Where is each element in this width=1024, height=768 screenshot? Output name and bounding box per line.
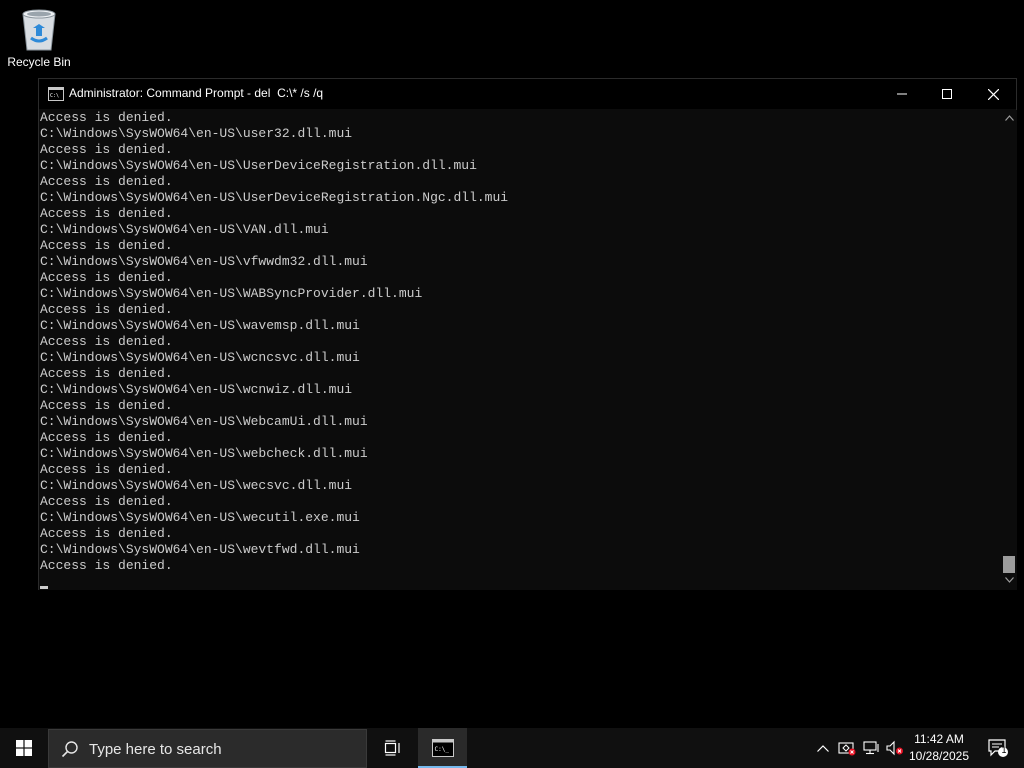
console-line: Access is denied.: [40, 398, 173, 413]
console-line: Access is denied.: [40, 462, 173, 477]
console-line: Access is denied.: [40, 142, 173, 157]
command-prompt-window: C:\ Administrator: Command Prompt - del …: [38, 78, 1017, 590]
recycle-bin-label: Recycle Bin: [7, 55, 71, 69]
console-line: Access is denied.: [40, 526, 173, 541]
console-line: C:\Windows\SysWOW64\en-US\WABSyncProvide…: [40, 286, 423, 301]
scroll-down-button[interactable]: [1001, 572, 1017, 588]
console-line: C:\Windows\SysWOW64\en-US\wecsvc.dll.mui: [40, 478, 353, 493]
console-line: C:\Windows\SysWOW64\en-US\VAN.dll.mui: [40, 222, 329, 237]
chevron-up-icon: [1004, 115, 1014, 121]
console-line: C:\Windows\SysWOW64\en-US\UserDeviceRegi…: [40, 190, 509, 205]
console-line: C:\Windows\SysWOW64\en-US\wevtfwd.dll.mu…: [40, 542, 360, 557]
taskbar-clock[interactable]: 11:42 AM 10/28/2025: [904, 731, 974, 767]
chevron-up-icon: [817, 744, 829, 752]
taskbar: Type here to search C:\_ 11:42 AM 10/28/…: [0, 728, 1024, 768]
minimize-icon: [897, 93, 907, 95]
console-line: Access is denied.: [40, 558, 173, 573]
task-view-button[interactable]: [369, 728, 415, 768]
vertical-scrollbar[interactable]: [1001, 110, 1017, 590]
close-icon: [987, 88, 999, 100]
security-tray-button[interactable]: [836, 728, 858, 768]
window-title: Administrator: Command Prompt - del C:\*…: [69, 86, 324, 100]
maximize-button[interactable]: [924, 79, 970, 109]
svg-text:C:\: C:\: [50, 93, 59, 99]
console-line: Access is denied.: [40, 302, 173, 317]
recycle-bin-icon: [22, 9, 56, 51]
console-line: Access is denied.: [40, 238, 173, 253]
search-placeholder: Type here to search: [89, 741, 222, 758]
console-line: C:\Windows\SysWOW64\en-US\vfwwdm32.dll.m…: [40, 254, 368, 269]
console-line: Access is denied.: [40, 334, 173, 349]
maximize-icon: [942, 89, 952, 99]
console-line: Access is denied.: [40, 174, 173, 189]
text-cursor: [40, 586, 48, 589]
title-bar[interactable]: C:\ Administrator: Command Prompt - del …: [39, 79, 1016, 109]
volume-tray-button[interactable]: [884, 728, 906, 768]
volume-muted-icon: [886, 740, 903, 756]
scroll-up-button[interactable]: [1001, 110, 1017, 126]
taskbar-command-prompt[interactable]: C:\_: [418, 728, 467, 768]
console-line: C:\Windows\SysWOW64\en-US\wavemsp.dll.mu…: [40, 318, 360, 333]
console-line: C:\Windows\SysWOW64\en-US\WebcamUi.dll.m…: [40, 414, 368, 429]
console-line: Access is denied.: [40, 494, 173, 509]
chevron-down-icon: [1004, 577, 1014, 583]
minimize-button[interactable]: [879, 79, 925, 109]
taskbar-search-box[interactable]: Type here to search: [48, 729, 367, 768]
console-line: Access is denied.: [40, 430, 173, 445]
console-line: Access is denied.: [40, 366, 173, 381]
defender-warning-icon: [838, 742, 856, 756]
console-line: C:\Windows\SysWOW64\en-US\UserDeviceRegi…: [40, 158, 477, 173]
network-icon: [863, 741, 879, 755]
recycle-bin-shortcut[interactable]: Recycle Bin: [4, 6, 74, 76]
start-button[interactable]: [0, 728, 48, 768]
console-output[interactable]: Access is denied. C:\Windows\SysWOW64\en-…: [39, 110, 1001, 590]
windows-logo-icon: [16, 740, 32, 756]
clock-date: 10/28/2025: [908, 749, 970, 763]
search-icon: [61, 741, 78, 758]
console-line: Access is denied.: [40, 206, 173, 221]
clock-time: 11:42 AM: [914, 732, 964, 746]
console-line: Access is denied.: [40, 110, 173, 125]
console-line: Access is denied.: [40, 270, 173, 285]
console-line: C:\Windows\SysWOW64\en-US\webcheck.dll.m…: [40, 446, 368, 461]
console-line: C:\Windows\SysWOW64\en-US\wcncsvc.dll.mu…: [40, 350, 360, 365]
command-prompt-icon: C:\_: [431, 739, 454, 757]
close-button[interactable]: [970, 79, 1016, 109]
action-center-button[interactable]: 1: [978, 728, 1018, 768]
network-tray-button[interactable]: [860, 728, 882, 768]
show-hidden-icons-button[interactable]: [812, 728, 834, 768]
svg-text:C:\_: C:\_: [434, 746, 449, 753]
scroll-thumb[interactable]: [1003, 556, 1015, 573]
console-line: C:\Windows\SysWOW64\en-US\wecutil.exe.mu…: [40, 510, 360, 525]
console-line: C:\Windows\SysWOW64\en-US\wcnwiz.dll.mui: [40, 382, 353, 397]
console-line: C:\Windows\SysWOW64\en-US\user32.dll.mui: [40, 126, 353, 141]
task-view-icon: [384, 740, 400, 756]
desktop: Recycle Bin C:\ Administrator: Command P…: [0, 0, 1024, 768]
command-prompt-icon: C:\: [48, 87, 64, 101]
notification-count-badge: 1: [1001, 745, 1007, 755]
